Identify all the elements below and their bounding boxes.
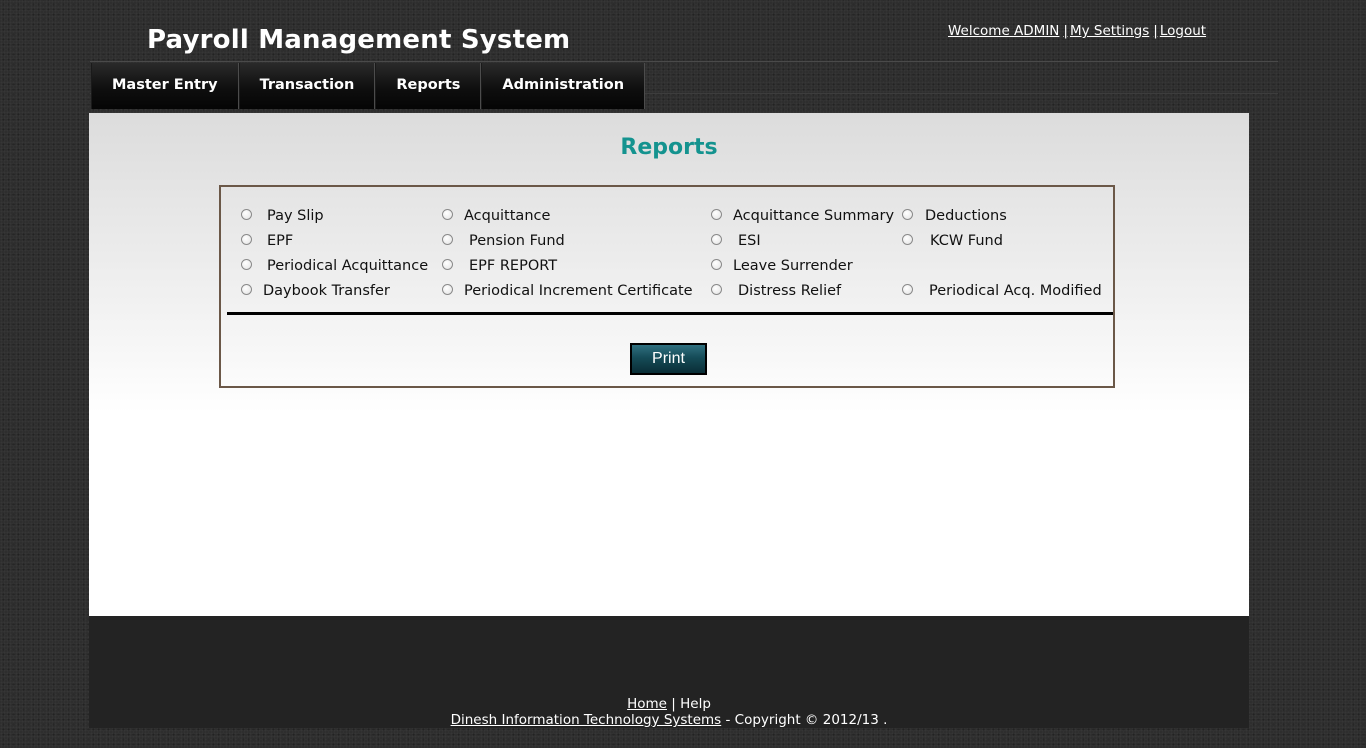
option-label-daybook-transfer[interactable]: Daybook Transfer	[263, 282, 390, 300]
option-label-pension-fund[interactable]: Pension Fund	[469, 232, 565, 250]
radio-pension-fund[interactable]	[442, 234, 453, 245]
option-label-deductions[interactable]: Deductions	[925, 207, 1007, 225]
option-label-pay-slip[interactable]: Pay Slip	[267, 207, 324, 225]
main-nav: Master Entry Transaction Reports Adminis…	[91, 63, 646, 109]
footer-help-text[interactable]: Help	[680, 696, 711, 712]
radio-periodical-acquittance[interactable]	[241, 259, 252, 270]
option-label-periodical-acquittance[interactable]: Periodical Acquittance	[267, 257, 428, 275]
option-label-periodical-increment-certificate[interactable]: Periodical Increment Certificate	[464, 282, 693, 300]
radio-acquittance[interactable]	[442, 209, 453, 220]
option-label-distress-relief[interactable]: Distress Relief	[738, 282, 841, 300]
radio-pay-slip[interactable]	[241, 209, 252, 220]
options-divider	[227, 312, 1113, 315]
user-links: Welcome ADMIN | My Settings | Logout	[948, 22, 1206, 40]
radio-leave-surrender[interactable]	[711, 259, 722, 270]
option-label-epf[interactable]: EPF	[267, 232, 293, 250]
footer-separator: |	[671, 696, 676, 712]
option-label-periodical-acq-modified[interactable]: Periodical Acq. Modified	[929, 282, 1102, 300]
radio-periodical-increment-certificate[interactable]	[442, 284, 453, 295]
option-label-kcw-fund[interactable]: KCW Fund	[930, 232, 1003, 250]
option-label-esi[interactable]: ESI	[738, 232, 761, 250]
option-label-epf-report[interactable]: EPF REPORT	[469, 257, 557, 275]
radio-periodical-acq-modified[interactable]	[902, 284, 913, 295]
page-title: Reports	[620, 135, 718, 160]
footer: Home | Help Dinesh Information Technolog…	[89, 616, 1249, 728]
print-button[interactable]: Print	[630, 343, 707, 375]
header-divider	[90, 61, 1278, 62]
nav-transaction[interactable]: Transaction	[238, 63, 376, 109]
radio-epf[interactable]	[241, 234, 252, 245]
radio-distress-relief[interactable]	[711, 284, 722, 295]
option-label-acquittance-summary[interactable]: Acquittance Summary	[733, 207, 894, 225]
link-separator: |	[1153, 23, 1158, 39]
my-settings-link[interactable]: My Settings	[1070, 23, 1149, 39]
option-label-leave-surrender[interactable]: Leave Surrender	[733, 257, 853, 275]
report-options-box: Pay Slip Acquittance Acquittance Summary…	[219, 185, 1115, 388]
footer-company-link[interactable]: Dinesh Information Technology Systems	[451, 712, 722, 728]
copyright-text: - Copyright © 2012/13 .	[725, 712, 888, 728]
nav-master-entry[interactable]: Master Entry	[91, 63, 239, 109]
radio-esi[interactable]	[711, 234, 722, 245]
footer-links: Home | Help	[89, 696, 1249, 712]
link-separator: |	[1063, 23, 1068, 39]
footer-copyright: Dinesh Information Technology Systems - …	[89, 712, 1249, 728]
nav-reports[interactable]: Reports	[375, 63, 482, 109]
logout-link[interactable]: Logout	[1160, 23, 1206, 39]
nav-administration[interactable]: Administration	[481, 63, 646, 109]
radio-daybook-transfer[interactable]	[241, 284, 252, 295]
content-panel: Reports Pay Slip Acquittance Acquittance…	[89, 113, 1249, 616]
footer-home-link[interactable]: Home	[627, 696, 667, 712]
option-label-acquittance[interactable]: Acquittance	[464, 207, 550, 225]
app-title: Payroll Management System	[147, 25, 571, 55]
radio-kcw-fund[interactable]	[902, 234, 913, 245]
radio-deductions[interactable]	[902, 209, 913, 220]
welcome-admin-link[interactable]: Welcome ADMIN	[948, 23, 1059, 39]
radio-acquittance-summary[interactable]	[711, 209, 722, 220]
radio-epf-report[interactable]	[442, 259, 453, 270]
